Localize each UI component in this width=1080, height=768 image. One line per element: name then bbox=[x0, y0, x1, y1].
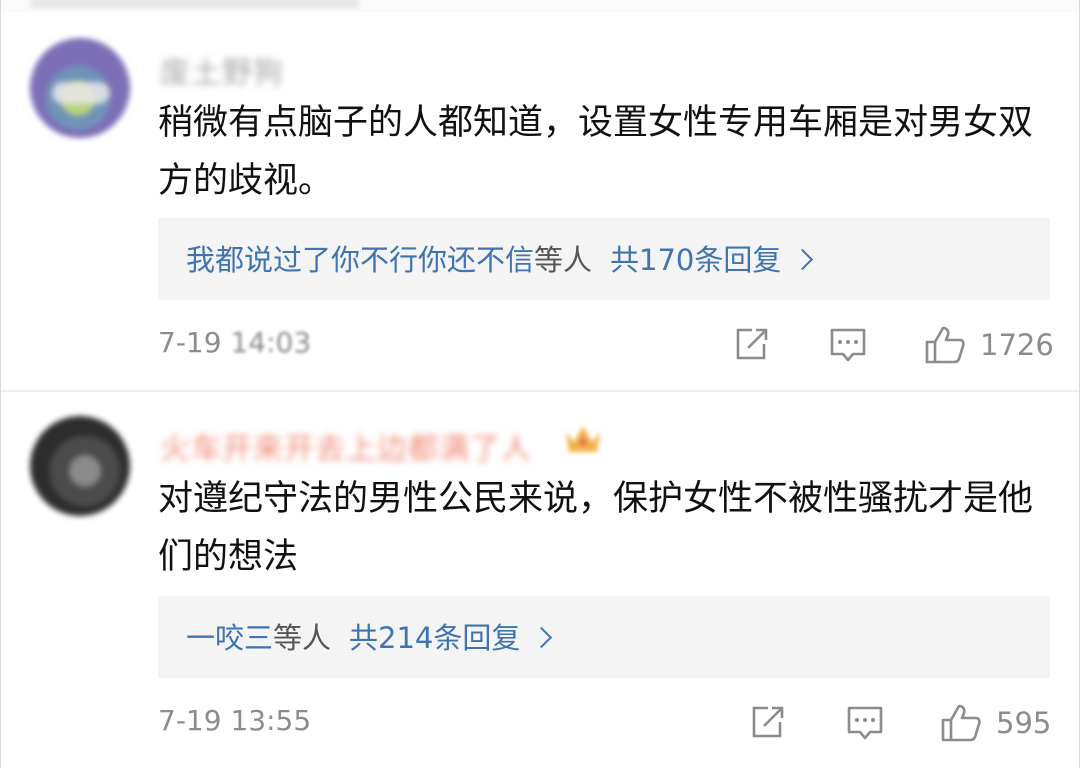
thumbs-up-icon bbox=[941, 704, 981, 742]
chevron-right-icon bbox=[531, 626, 553, 649]
comment-timestamp: 7-19 14:03 bbox=[158, 326, 311, 359]
timestamp-date: 7-19 bbox=[158, 326, 231, 359]
comment-icon bbox=[830, 328, 866, 362]
comment-button[interactable] bbox=[829, 326, 867, 364]
timestamp-date: 7-19 13:55 bbox=[158, 704, 312, 737]
reply-others-label: 等人 bbox=[273, 621, 332, 655]
like-button[interactable]: 595 bbox=[940, 702, 1051, 744]
crown-badge-icon bbox=[566, 426, 600, 452]
avatar[interactable] bbox=[30, 416, 130, 516]
username[interactable]: 废土野狗 bbox=[160, 48, 284, 92]
share-icon bbox=[752, 706, 784, 738]
reply-others-label: 等人 bbox=[534, 243, 593, 277]
comment-icon bbox=[847, 706, 883, 740]
reply-summary-line[interactable]: 我都说过了你不行你还不信等人 共170条回复 bbox=[186, 218, 814, 302]
reply-count-link[interactable]: 共170条回复 bbox=[610, 243, 781, 277]
chevron-right-icon bbox=[792, 248, 814, 271]
share-icon bbox=[736, 328, 768, 360]
share-button[interactable] bbox=[748, 704, 786, 742]
share-button[interactable] bbox=[732, 326, 770, 364]
like-count: 595 bbox=[996, 706, 1052, 740]
comment-item: 火车开来开去上边都满了人 对遵纪守法的男性公民来说，保护女性不被性骚扰才是他们的… bbox=[0, 392, 1080, 768]
like-button[interactable]: 1726 bbox=[924, 324, 1054, 366]
reply-summary-box[interactable]: 一咬三等人 共214条回复 bbox=[158, 596, 1050, 678]
like-count: 1726 bbox=[980, 328, 1054, 362]
reply-user-link[interactable]: 一咬三 bbox=[186, 621, 273, 655]
thumbs-up-icon bbox=[925, 326, 965, 364]
reply-summary-line[interactable]: 一咬三等人 共214条回复 bbox=[186, 596, 553, 680]
reply-user-link[interactable]: 我都说过了你不行你还不信 bbox=[186, 243, 534, 277]
timestamp-time: 14:03 bbox=[230, 326, 312, 359]
avatar[interactable] bbox=[30, 38, 130, 138]
username[interactable]: 火车开来开去上边都满了人 bbox=[160, 424, 532, 468]
comment-text: 稍微有点脑子的人都知道，设置女性专用车厢是对男女双方的歧视。 bbox=[158, 103, 1034, 201]
comment-button[interactable] bbox=[846, 704, 884, 742]
reply-summary-box[interactable]: 我都说过了你不行你还不信等人 共170条回复 bbox=[158, 218, 1050, 300]
comment-timestamp: 7-19 13:55 bbox=[158, 704, 311, 737]
reply-count-link[interactable]: 共214条回复 bbox=[349, 621, 520, 655]
comment-text: 对遵纪守法的男性公民来说，保护女性不被性骚扰才是他们的想法 bbox=[158, 479, 1034, 577]
comment-item: 废土野狗 稍微有点脑子的人都知道，设置女性专用车厢是对男女双方的歧视。 我都说过… bbox=[0, 0, 1080, 390]
